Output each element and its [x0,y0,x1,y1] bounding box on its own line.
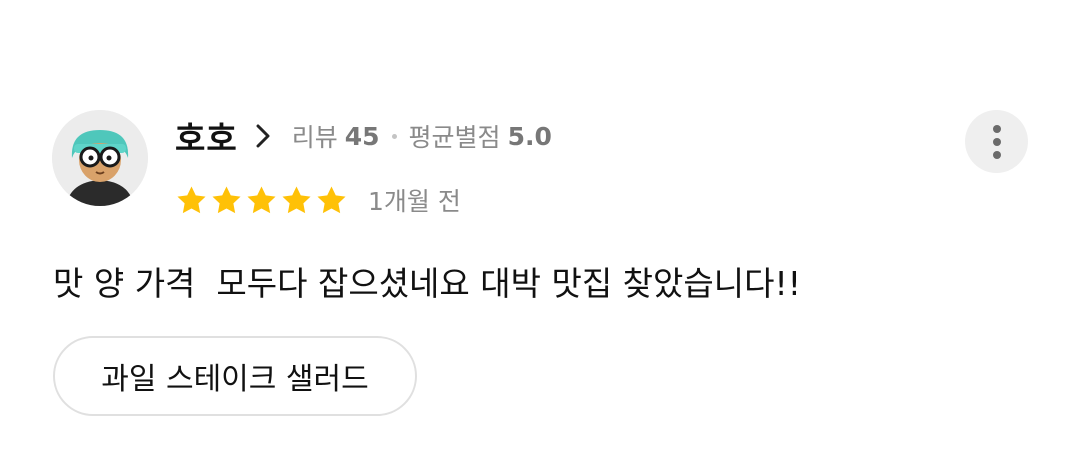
rating-row: 1개월 전 [175,178,461,222]
star-icon [177,185,206,213]
chevron-right-icon[interactable] [256,124,270,148]
menu-tag[interactable]: 과일 스테이크 샐러드 [53,336,417,416]
star-icon [212,185,241,213]
avatar[interactable] [52,110,148,206]
star-rating [175,184,350,217]
review-time: 1개월 전 [368,187,461,216]
star-icon [317,185,346,213]
review-count-label: 리뷰 [291,123,338,152]
review-card: 호호 리뷰 45 평균별점 5.0 1개월 전 맛 양 가격 모두다 잡으셨네요… [0,0,1080,451]
author-row[interactable]: 호호 리뷰 45 평균별점 5.0 [175,112,552,160]
more-vertical-icon [992,124,1001,159]
star-icon [282,185,311,213]
review-text: 맛 양 가격 모두다 잡으셨네요 대박 맛집 찾았습니다!! [53,264,801,303]
avg-rating: 5.0 [507,121,552,151]
star-icon [247,185,276,213]
avg-rating-label: 평균별점 [408,123,501,152]
review-count: 45 [344,121,380,151]
author-name[interactable]: 호호 [175,112,238,160]
avatar-illustration [52,110,148,206]
separator-dot [391,133,397,139]
more-options-button[interactable] [965,110,1028,173]
